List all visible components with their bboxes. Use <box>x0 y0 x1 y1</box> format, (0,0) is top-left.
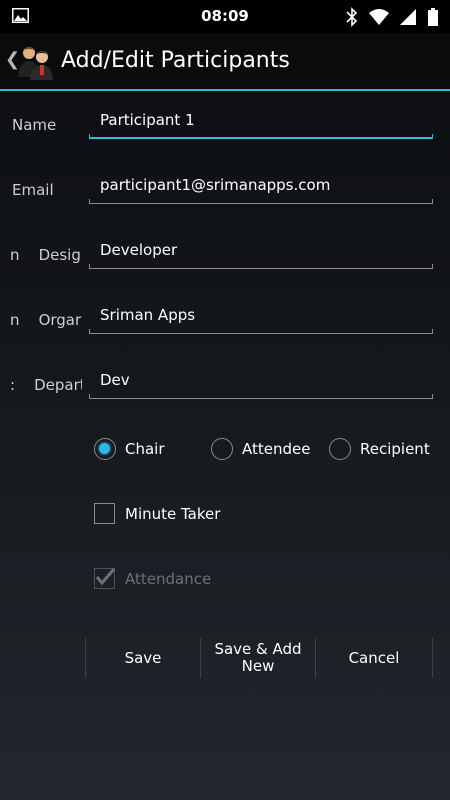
minute-taker-label: Minute Taker <box>125 505 221 523</box>
save-add-new-label-line2: New <box>241 657 275 675</box>
email-field[interactable]: participant1@srimanapps.com <box>89 170 433 204</box>
department-field[interactable]: Dev <box>89 365 433 399</box>
save-button[interactable]: Save <box>86 638 200 678</box>
checkbox-box <box>94 568 116 589</box>
cancel-button[interactable]: Cancel <box>316 638 432 678</box>
organization-value: Sriman Apps <box>100 306 196 324</box>
name-label: Name <box>12 116 57 134</box>
checkbox-box <box>94 503 115 524</box>
email-underline <box>89 199 433 204</box>
radio-attendee-label: Attendee <box>242 440 311 458</box>
organization-label-clip: n Orgar <box>0 308 82 332</box>
radio-circle <box>329 438 351 460</box>
save-add-new-label-line1: Save & Add <box>214 640 302 658</box>
radio-attendee[interactable]: Attendee <box>211 437 311 463</box>
wifi-icon <box>368 8 389 25</box>
attendance-checkbox[interactable]: Attendance <box>94 568 214 592</box>
save-add-new-button[interactable]: Save & Add New <box>201 638 315 678</box>
bluetooth-icon <box>346 6 357 27</box>
designation-value: Developer <box>100 241 178 259</box>
battery-icon <box>428 7 438 26</box>
designation-underline <box>89 264 433 269</box>
page-title: Add/Edit Participants <box>61 48 290 73</box>
designation-label: n Design <box>10 246 82 264</box>
radio-chair-label: Chair <box>125 440 165 458</box>
cancel-button-label: Cancel <box>348 648 400 667</box>
department-underline <box>89 394 433 399</box>
department-value: Dev <box>100 371 130 389</box>
status-bar: 08:09 <box>0 0 450 33</box>
checkmark-icon <box>95 568 116 586</box>
radio-circle <box>94 438 116 460</box>
button-divider <box>432 638 433 678</box>
name-field[interactable]: Participant 1 <box>89 105 433 139</box>
participants-icon[interactable] <box>16 43 54 81</box>
organization-label: n Orgar <box>10 311 82 329</box>
department-label-clip: : Depart <box>0 373 82 397</box>
save-button-label: Save <box>124 648 162 667</box>
radio-recipient-label: Recipient <box>360 440 430 458</box>
designation-field[interactable]: Developer <box>89 235 433 269</box>
radio-selected-dot <box>99 443 110 454</box>
organization-field[interactable]: Sriman Apps <box>89 300 433 334</box>
status-icons <box>341 6 440 27</box>
button-bar: Save Save & Add New Cancel <box>85 638 434 678</box>
email-label: Email <box>12 181 54 199</box>
designation-label-clip: n Design <box>0 243 82 267</box>
name-value: Participant 1 <box>100 111 195 129</box>
action-bar-divider <box>0 89 450 91</box>
radio-recipient[interactable]: Recipient <box>329 437 430 463</box>
department-label: : Depart <box>10 376 82 394</box>
organization-underline <box>89 329 433 334</box>
radio-chair[interactable]: Chair <box>94 437 174 463</box>
minute-taker-checkbox[interactable]: Minute Taker <box>94 503 224 527</box>
signal-icon <box>399 8 416 25</box>
attendance-label: Attendance <box>125 570 212 588</box>
email-value: participant1@srimanapps.com <box>100 176 331 194</box>
radio-circle <box>211 438 233 460</box>
name-underline <box>89 134 433 139</box>
